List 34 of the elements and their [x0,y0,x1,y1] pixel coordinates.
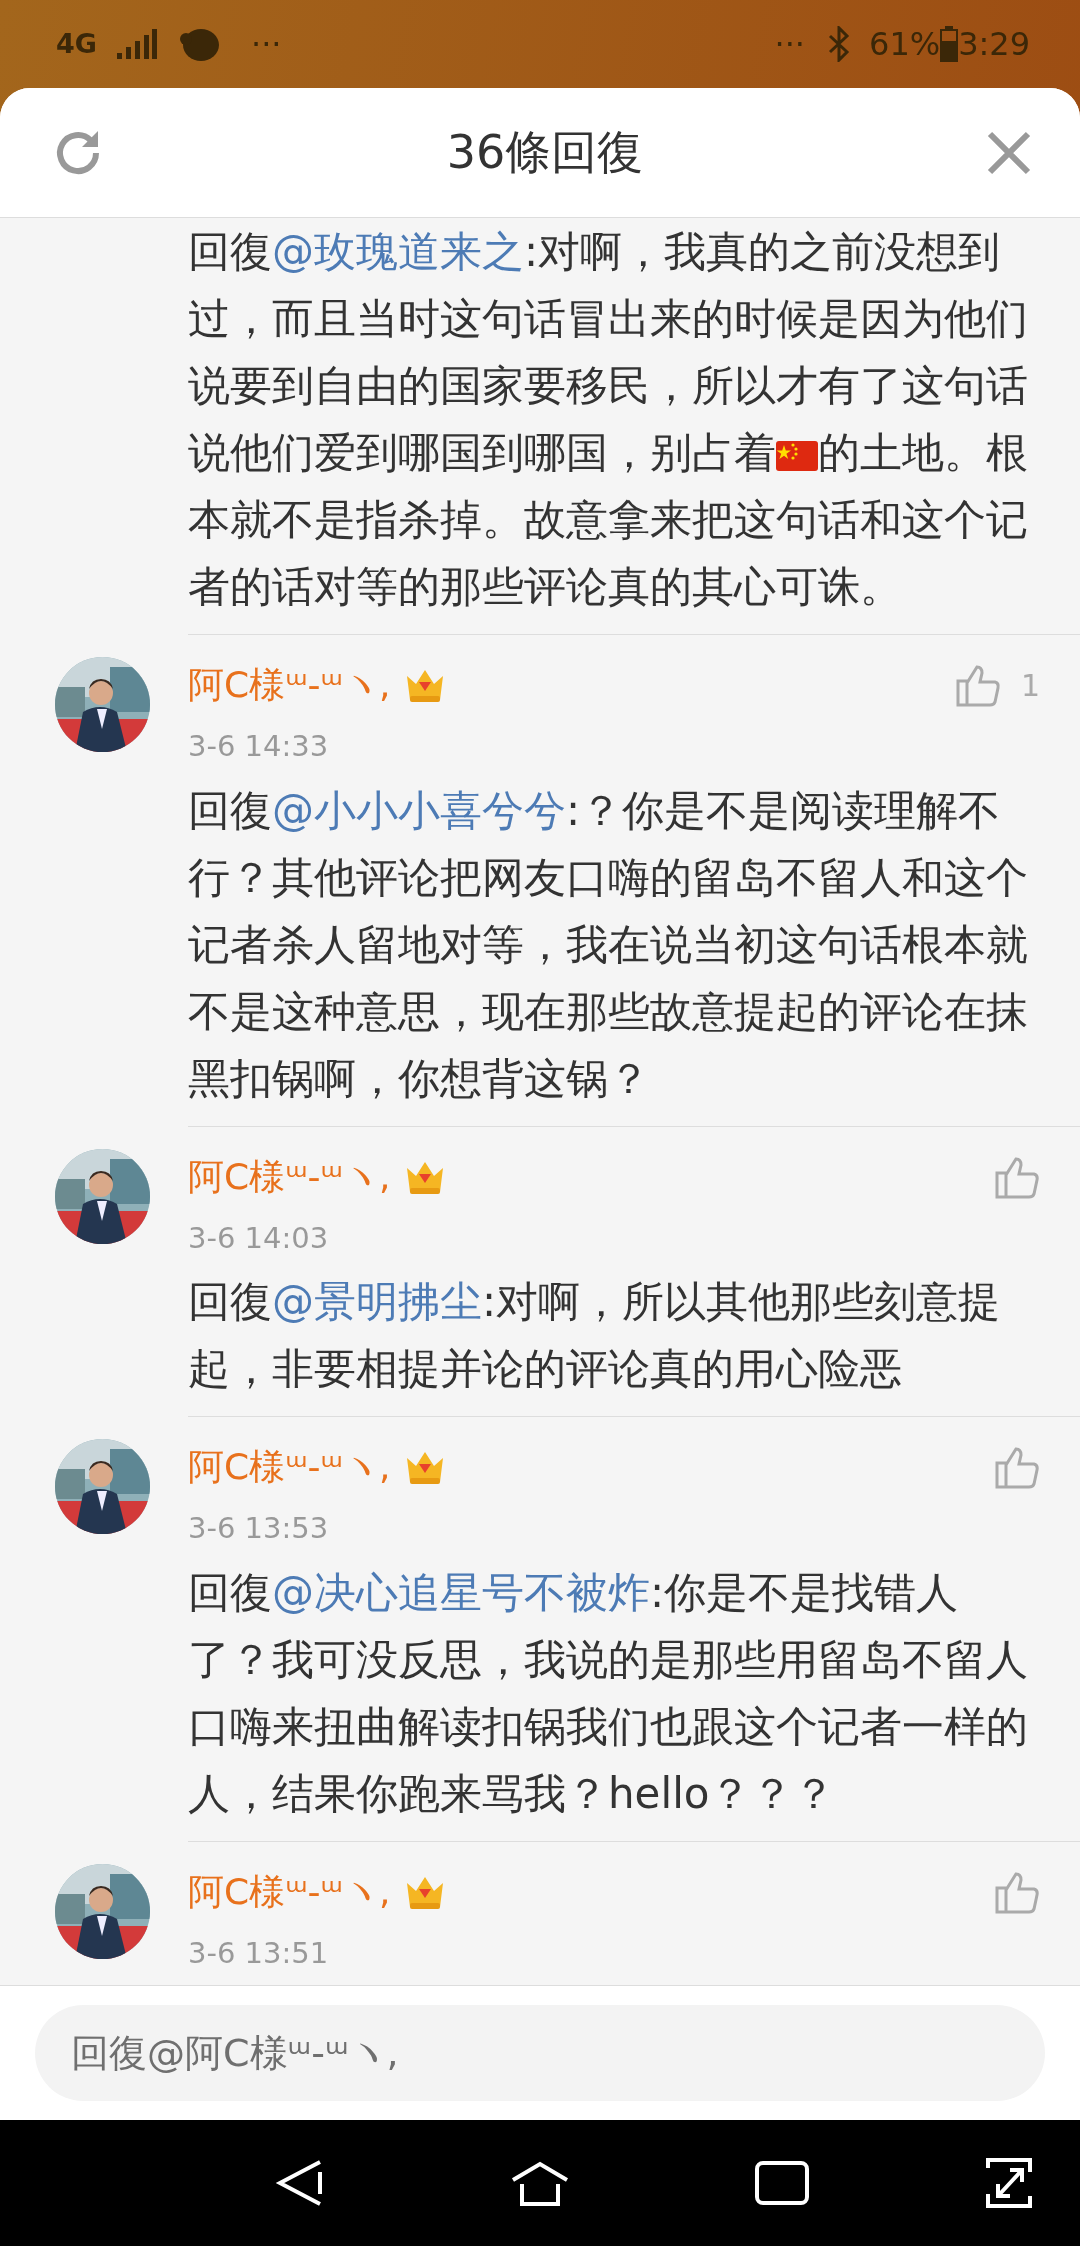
comment-text: 回復@景明拂尘:对啊，所以其他那些刻意提起，非要相提并论的评论真的用心险恶 [188,1276,1002,1395]
like-count: 1 [1020,666,1040,705]
comment-text: 回復@玫瑰道来之:对啊，我真的之前没想到过，而且当时这句话冒出来的时候是因为他们说要到自由的国家要移民，所以才有了这句话说他们爱到哪国到哪国，别占着 的土地。根本就不是指杀掉。故意拿来把这句话和这个记者的话对等的那些评论真的其心可诛。 [188,226,1029,613]
comment-time: 3-6 14:03 [188,1219,330,1257]
more-notifications-text: ··· [250,24,282,65]
mention-link[interactable]: @小小小喜兮兮 [272,785,566,835]
comment-text: 回復@决心追星号不被炸:你是不是找错人了？我可没反思，我说的是那些用留岛不留人口嗨来扭曲解读扣锅我们也跟这个记者一样的人，结果你跑来骂我？hello？？？ [188,1566,1029,1820]
battery-percent-text: 61% [869,24,941,65]
user-name[interactable]: 阿C様ᵚ-ᵚヽ, [188,1864,391,1919]
user-name[interactable]: 阿C様ᵚ-ᵚヽ, [188,1440,391,1494]
bluetooth-icon [827,26,851,62]
signal-icon [116,29,157,59]
mention-link[interactable]: @决心追星号不被炸 [272,1567,650,1617]
dialog-title: 36條回復 [446,124,644,181]
user-name[interactable]: 阿C様ᵚ-ᵚヽ, [188,1149,391,1204]
user-name[interactable]: 阿C様ᵚ-ᵚヽ, [188,658,391,712]
battery-icon [940,26,959,62]
flag-icon [776,441,818,471]
back-icon[interactable] [275,2158,325,2208]
network-type-text: 4G [56,26,97,61]
comment-time: 3-6 14:33 [188,728,330,765]
more-text: ··· [774,24,805,65]
reply-input-field[interactable]: 回復@阿C様ᵚ-ᵚヽ, [35,2005,1045,2101]
clock-text: 3:29 [958,24,1030,65]
like-icon[interactable] [994,1445,1040,1489]
comment-time: 3-6 13:53 [188,1510,330,1547]
mention-link[interactable]: @景明拂尘 [272,1277,482,1326]
comment-time: 3-6 13:51 [188,1934,330,1972]
like-icon[interactable] [954,663,1001,707]
expand-icon[interactable] [984,2156,1034,2210]
mention-link[interactable]: @玫瑰道来之 [272,227,524,276]
close-icon[interactable] [986,129,1032,176]
recent-apps-icon[interactable] [755,2161,809,2205]
comment-text: 回復@小小小喜兮兮:？你是不是阅读理解不行？其他评论把网友口嗨的留岛不留人和这个记者杀人留地对等，我在说当初这句话根本就不是这种意思，现在那些故意提起的评论在抹黑扣锅啊，你想背这锅？ [188,784,1029,1105]
